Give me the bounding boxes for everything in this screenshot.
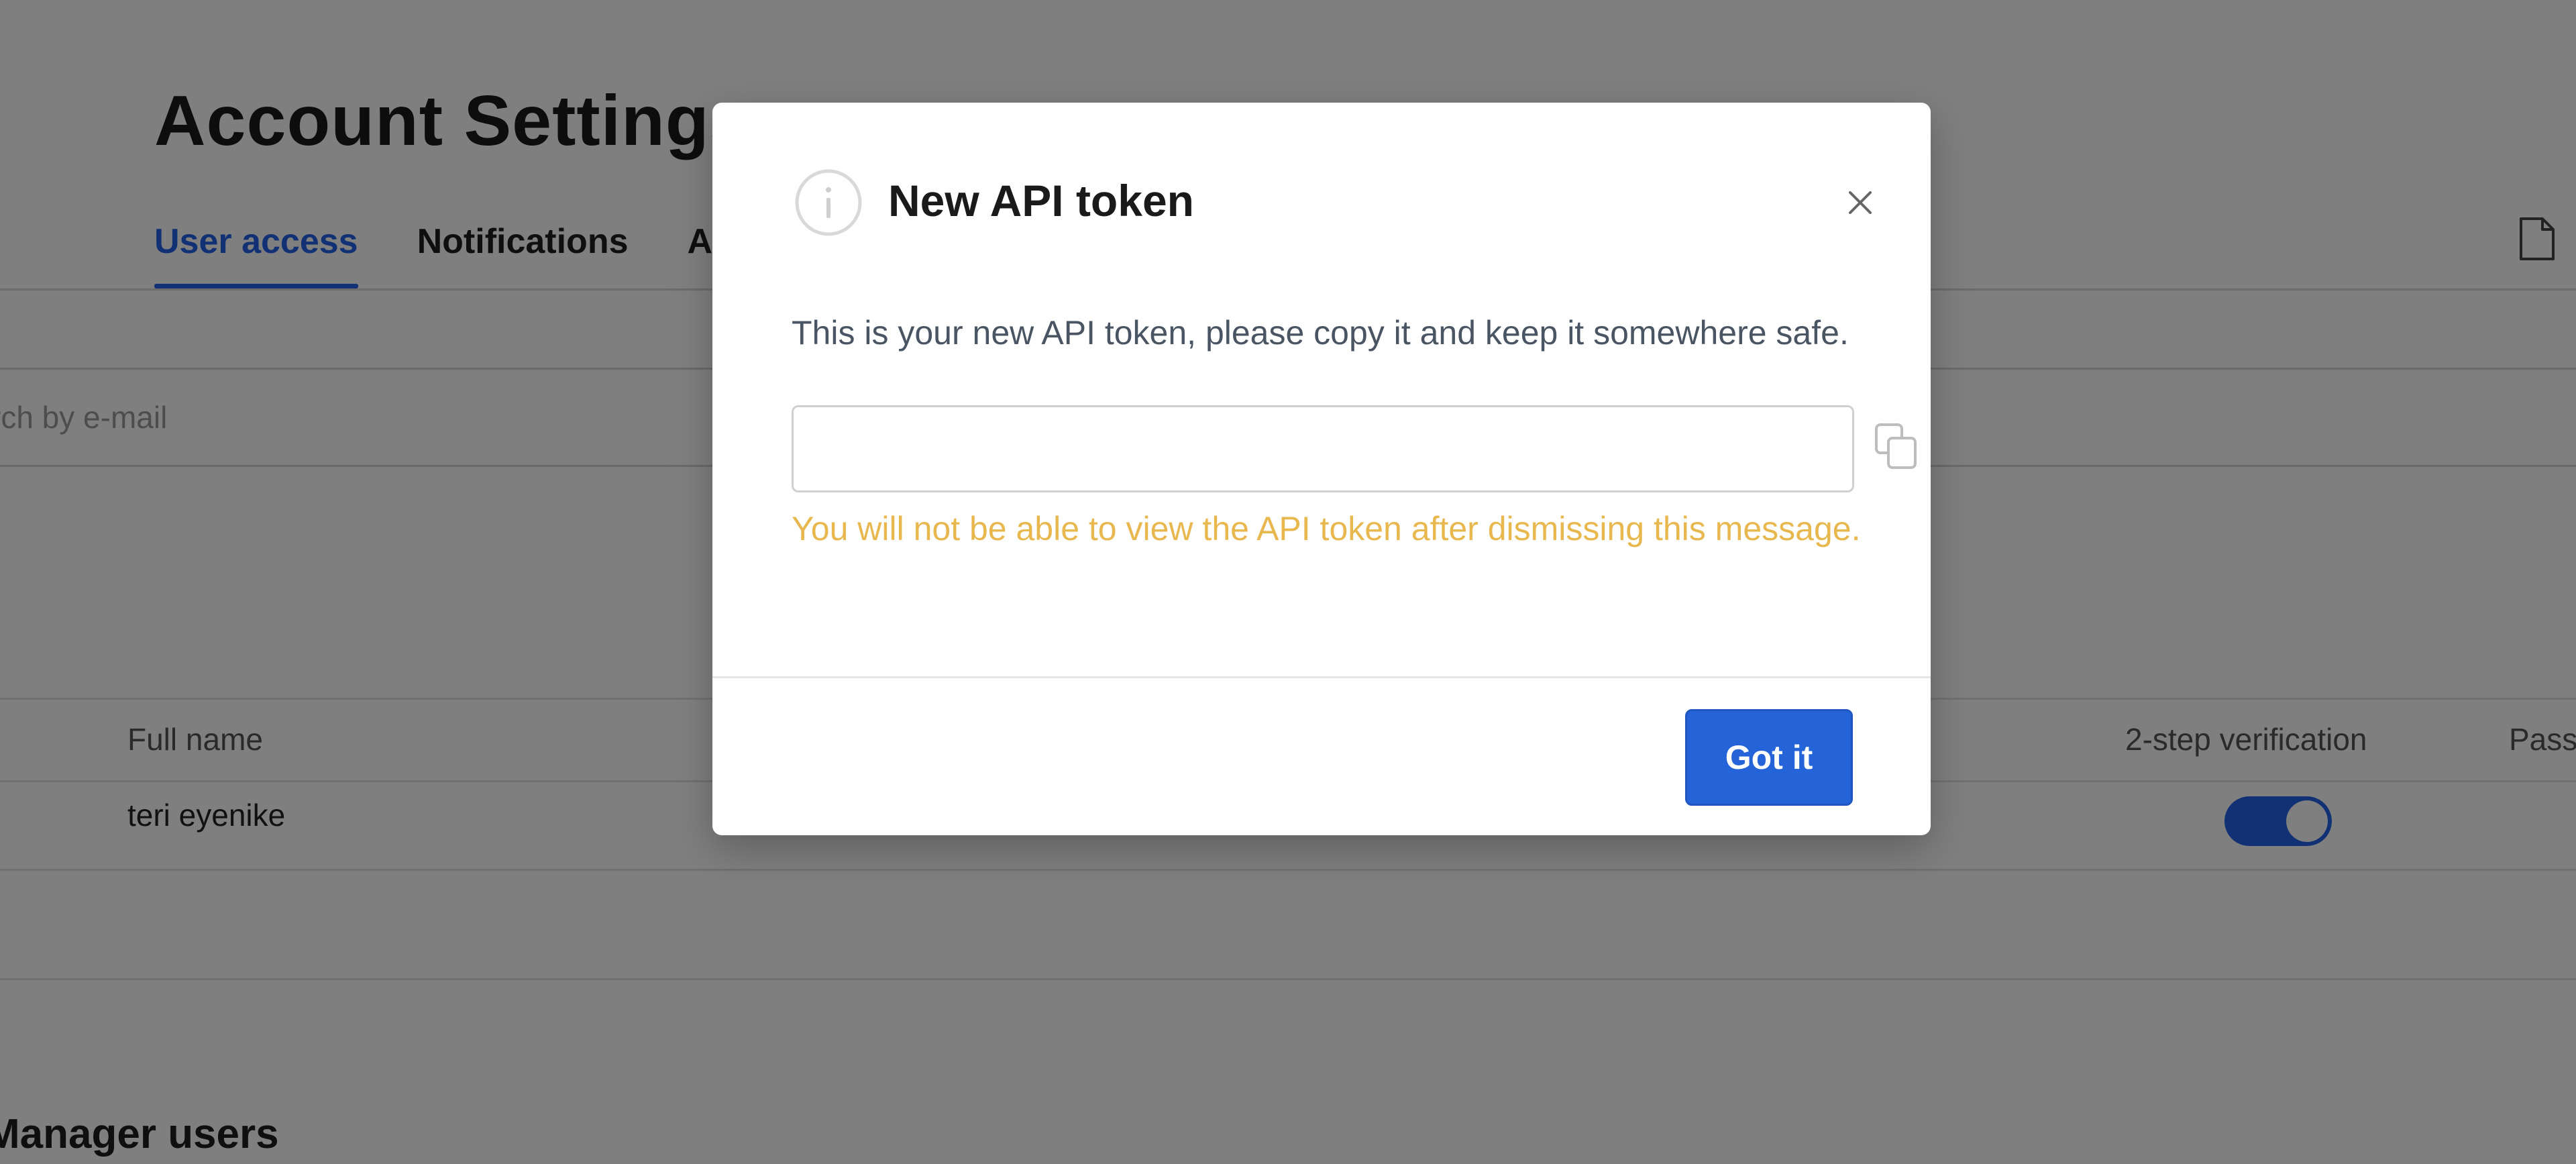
new-api-token-modal: New API token This is your new API token…	[712, 103, 1931, 835]
api-token-input[interactable]	[814, 427, 1742, 469]
modal-footer-divider	[712, 676, 1931, 678]
modal-description: This is your new API token, please copy …	[792, 314, 1849, 352]
api-token-field	[792, 405, 1917, 492]
modal-title: New API token	[888, 176, 1194, 225]
modal-warning: You will not be able to view the API tok…	[792, 510, 1861, 547]
copy-icon[interactable]	[1874, 422, 1919, 470]
account-settings-page: Account Settings User access Notificatio…	[0, 0, 2576, 1164]
got-it-button[interactable]: Got it	[1685, 709, 1853, 806]
close-icon[interactable]	[1843, 186, 1877, 219]
info-icon	[795, 169, 862, 236]
